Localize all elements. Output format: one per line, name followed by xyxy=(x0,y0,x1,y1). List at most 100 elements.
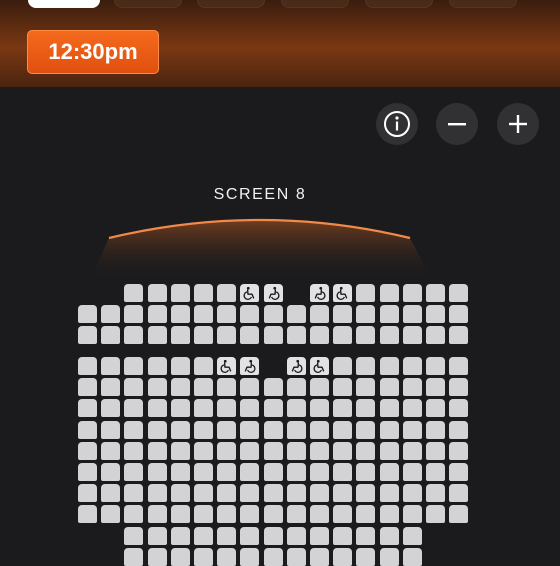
seat[interactable] xyxy=(426,357,445,375)
seat[interactable] xyxy=(356,505,376,524)
seat[interactable] xyxy=(101,441,121,460)
date-tab-selected[interactable] xyxy=(28,0,100,8)
seat[interactable] xyxy=(78,420,97,439)
seat[interactable] xyxy=(78,505,97,524)
seat[interactable] xyxy=(101,399,121,418)
seat[interactable] xyxy=(170,305,190,324)
seat[interactable] xyxy=(170,326,190,345)
seat[interactable] xyxy=(194,305,213,324)
seat[interactable] xyxy=(333,326,353,345)
seat[interactable] xyxy=(333,484,353,503)
seat[interactable] xyxy=(263,484,283,503)
seat[interactable] xyxy=(170,505,190,524)
wheelchair-seat[interactable] xyxy=(333,284,353,302)
seat[interactable] xyxy=(449,326,469,345)
seat[interactable] xyxy=(240,484,260,503)
seat[interactable] xyxy=(78,441,97,460)
seat[interactable] xyxy=(217,284,237,302)
seat[interactable] xyxy=(147,547,167,566)
seat[interactable] xyxy=(147,284,167,302)
wheelchair-seat[interactable] xyxy=(286,357,306,375)
seat[interactable] xyxy=(124,463,144,481)
seat[interactable] xyxy=(402,399,422,418)
seat[interactable] xyxy=(78,326,97,345)
seat[interactable] xyxy=(194,484,213,503)
seat[interactable] xyxy=(101,505,121,524)
seat[interactable] xyxy=(124,484,144,503)
seat[interactable] xyxy=(379,463,399,481)
seat[interactable] xyxy=(217,505,237,524)
seat[interactable] xyxy=(379,420,399,439)
seat[interactable] xyxy=(333,399,353,418)
seat[interactable] xyxy=(333,420,353,439)
seat[interactable] xyxy=(124,305,144,324)
seat[interactable] xyxy=(124,505,144,524)
seat[interactable] xyxy=(194,326,213,345)
seat[interactable] xyxy=(333,505,353,524)
seat[interactable] xyxy=(263,547,283,566)
seat[interactable] xyxy=(426,284,445,302)
seat[interactable] xyxy=(449,441,469,460)
seat[interactable] xyxy=(170,357,190,375)
seat[interactable] xyxy=(240,326,260,345)
seat[interactable] xyxy=(170,463,190,481)
seat[interactable] xyxy=(124,357,144,375)
seat[interactable] xyxy=(379,284,399,302)
seat[interactable] xyxy=(310,526,329,545)
seat[interactable] xyxy=(194,441,213,460)
seat[interactable] xyxy=(402,441,422,460)
seat[interactable] xyxy=(333,526,353,545)
date-tab[interactable] xyxy=(365,0,433,8)
seat[interactable] xyxy=(356,326,376,345)
seat[interactable] xyxy=(101,463,121,481)
seat[interactable] xyxy=(402,305,422,324)
seat[interactable] xyxy=(217,484,237,503)
seat[interactable] xyxy=(426,378,445,397)
seat[interactable] xyxy=(310,378,329,397)
seat[interactable] xyxy=(356,420,376,439)
seat[interactable] xyxy=(78,378,97,397)
seat[interactable] xyxy=(170,399,190,418)
seat[interactable] xyxy=(217,547,237,566)
seat[interactable] xyxy=(379,547,399,566)
seat[interactable] xyxy=(101,378,121,397)
seat[interactable] xyxy=(356,399,376,418)
seat[interactable] xyxy=(426,420,445,439)
seat[interactable] xyxy=(426,305,445,324)
seat[interactable] xyxy=(170,441,190,460)
seat[interactable] xyxy=(124,326,144,345)
seat[interactable] xyxy=(426,326,445,345)
seat[interactable] xyxy=(101,305,121,324)
seat[interactable] xyxy=(194,357,213,375)
seat[interactable] xyxy=(449,484,469,503)
seat[interactable] xyxy=(426,441,445,460)
seat[interactable] xyxy=(101,420,121,439)
seat[interactable] xyxy=(240,420,260,439)
seat[interactable] xyxy=(124,547,144,566)
seat[interactable] xyxy=(240,547,260,566)
seat[interactable] xyxy=(147,526,167,545)
seat[interactable] xyxy=(356,526,376,545)
seat[interactable] xyxy=(356,357,376,375)
seat[interactable] xyxy=(263,420,283,439)
wheelchair-seat[interactable] xyxy=(263,284,283,302)
seat[interactable] xyxy=(286,505,306,524)
seat[interactable] xyxy=(147,484,167,503)
seat[interactable] xyxy=(286,547,306,566)
seat[interactable] xyxy=(310,547,329,566)
seat[interactable] xyxy=(356,484,376,503)
seat[interactable] xyxy=(78,399,97,418)
seat[interactable] xyxy=(449,378,469,397)
seat[interactable] xyxy=(147,399,167,418)
seat[interactable] xyxy=(379,441,399,460)
seat[interactable] xyxy=(333,441,353,460)
wheelchair-seat[interactable] xyxy=(310,284,329,302)
seat[interactable] xyxy=(426,484,445,503)
seat[interactable] xyxy=(379,505,399,524)
seat[interactable] xyxy=(379,399,399,418)
seat[interactable] xyxy=(356,441,376,460)
seat[interactable] xyxy=(286,441,306,460)
seat[interactable] xyxy=(147,505,167,524)
seat[interactable] xyxy=(379,378,399,397)
wheelchair-seat[interactable] xyxy=(240,357,260,375)
